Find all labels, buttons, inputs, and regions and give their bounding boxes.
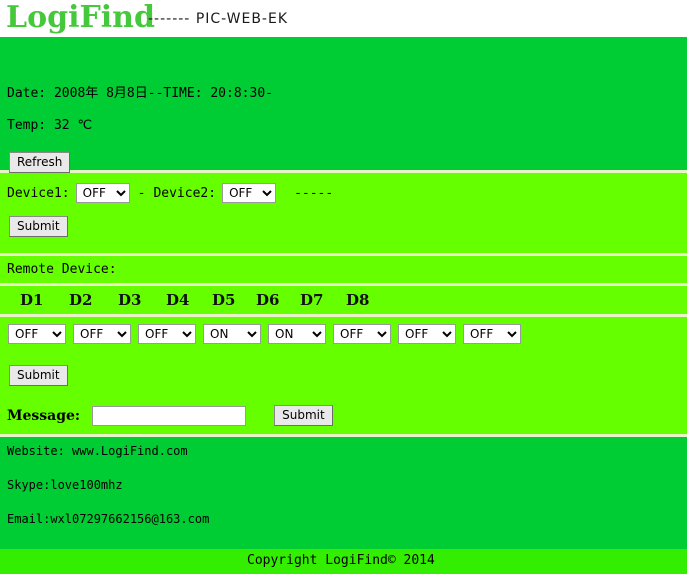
copyright-panel: Copyright LogiFind© 2014 bbox=[0, 549, 687, 574]
device-submit-button[interactable]: Submit bbox=[9, 216, 68, 237]
column-label-d1: D1 bbox=[20, 291, 44, 309]
footer-website: Website: www.LogiFind.com bbox=[7, 444, 188, 458]
remote-select-d7[interactable]: OFF bbox=[398, 324, 456, 344]
remote-select-d4[interactable]: ON bbox=[203, 324, 261, 344]
message-input[interactable] bbox=[92, 405, 247, 426]
footer-skype: Skype:love100mhz bbox=[7, 478, 123, 492]
remote-select-d5[interactable]: ON bbox=[268, 324, 326, 344]
column-label-d3: D3 bbox=[118, 291, 142, 309]
logo-logifind: LogiFind bbox=[6, 0, 155, 35]
column-label-d2: D2 bbox=[69, 291, 93, 309]
refresh-button[interactable]: Refresh bbox=[9, 152, 71, 173]
column-label-d4: D4 bbox=[166, 291, 190, 309]
remote-select-d3[interactable]: OFF bbox=[138, 324, 196, 344]
device-control-row: Device1: OFF ON - Device2: OFF ON ----- bbox=[7, 183, 333, 203]
message-row: Message: Submit bbox=[7, 405, 333, 426]
footer-panel: Website: www.LogiFind.com Skype:love100m… bbox=[0, 437, 687, 549]
remote-controls-panel: OFF OFF OFF ON ON OFF OFF OFF Submit Mes… bbox=[0, 317, 687, 434]
remote-select-d2[interactable]: OFF bbox=[73, 324, 131, 344]
status-panel: Date: 2008年 8月8日--TIME: 20:8:30- Temp: 3… bbox=[0, 37, 687, 173]
header-subtitle: ------- PIC-WEB-EK bbox=[148, 11, 289, 27]
device-panel: Device1: OFF ON - Device2: OFF ON ----- … bbox=[0, 173, 687, 253]
remote-select-d8[interactable]: OFF bbox=[463, 324, 521, 344]
message-label: Message: bbox=[7, 407, 81, 424]
device2-label: Device2: bbox=[153, 185, 217, 201]
page-header: LogiFind ------- PIC-WEB-EK bbox=[0, 0, 687, 37]
device1-select[interactable]: OFF ON bbox=[75, 183, 130, 203]
remote-select-d6[interactable]: OFF bbox=[333, 324, 391, 344]
datetime-text: Date: 2008年 8月8日--TIME: 20:8:30- bbox=[7, 86, 273, 101]
device-separator-dash: - bbox=[137, 185, 146, 201]
remote-title-panel: Remote Device: bbox=[0, 256, 687, 283]
remote-device-title: Remote Device: bbox=[7, 262, 117, 277]
remote-select-d1[interactable]: OFF bbox=[8, 324, 66, 344]
remote-column-header-row: D1 D2 D3 D4 D5 D6 D7 D8 bbox=[0, 286, 687, 314]
footer-email: Email:wxl07297662156@163.com bbox=[7, 512, 210, 526]
column-label-d6: D6 bbox=[256, 291, 280, 309]
remote-submit-button[interactable]: Submit bbox=[9, 365, 68, 386]
temperature-text: Temp: 32 ℃ bbox=[7, 118, 93, 133]
column-label-d5: D5 bbox=[212, 291, 236, 309]
column-label-d8: D8 bbox=[346, 291, 370, 309]
message-submit-button[interactable]: Submit bbox=[274, 405, 333, 426]
copyright-text: Copyright LogiFind© 2014 bbox=[247, 553, 435, 568]
column-label-d7: D7 bbox=[300, 291, 324, 309]
device2-select[interactable]: OFF ON bbox=[222, 183, 277, 203]
device-trailing-dashes: ----- bbox=[294, 185, 334, 201]
remote-select-row: OFF OFF OFF ON ON OFF OFF OFF bbox=[8, 324, 528, 344]
device1-label: Device1: bbox=[7, 185, 70, 201]
